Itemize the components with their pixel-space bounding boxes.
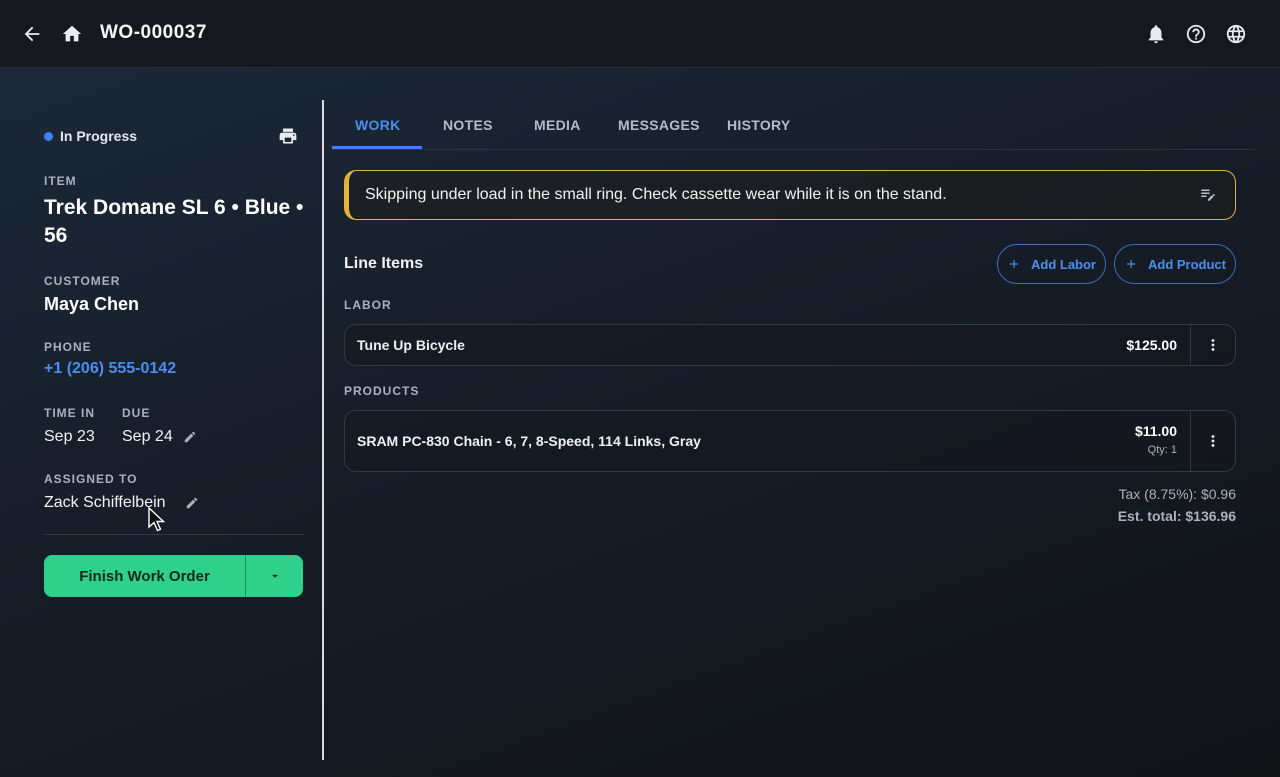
globe-icon[interactable]	[1222, 20, 1250, 48]
mouse-cursor-icon	[148, 507, 166, 532]
row-separator	[1190, 325, 1191, 365]
divider	[44, 534, 303, 535]
products-label: PRODUCTS	[344, 384, 420, 398]
row-separator	[1190, 411, 1191, 471]
tab-notes[interactable]: NOTES	[443, 117, 493, 133]
top-bar: WO-000037	[0, 0, 1280, 68]
caret-down-icon	[271, 574, 278, 578]
note-text: Skipping under load in the small ring. C…	[365, 186, 947, 203]
tab-bar: WORK NOTES MEDIA MESSAGES HISTORY	[332, 100, 1255, 150]
phone-link[interactable]: +1 (206) 555-0142	[44, 360, 176, 378]
edit-note-icon[interactable]	[1199, 185, 1219, 205]
customer-name: Maya Chen	[44, 294, 140, 314]
tab-history[interactable]: HISTORY	[727, 117, 791, 133]
phone-label: PHONE	[44, 340, 92, 354]
product-qty: Qty: 1	[1147, 444, 1177, 456]
home-icon[interactable]	[58, 20, 86, 48]
back-arrow-icon[interactable]	[18, 20, 46, 48]
note-banner[interactable]: Skipping under load in the small ring. C…	[344, 170, 1236, 220]
vertical-divider	[322, 100, 324, 760]
add-labor-button[interactable]: Add Labor	[997, 244, 1106, 284]
finish-work-order-button[interactable]: Finish Work Order	[44, 555, 246, 597]
labor-label: LABOR	[344, 298, 392, 312]
time-in-value: Sep 23	[44, 428, 95, 445]
item-label: ITEM	[44, 174, 77, 188]
tab-work[interactable]: WORK	[355, 117, 401, 133]
active-tab-indicator	[332, 146, 422, 149]
status-badge: In Progress	[44, 128, 137, 144]
add-product-button[interactable]: Add Product	[1114, 244, 1236, 284]
product-price: $11.00	[1134, 423, 1177, 439]
product-row[interactable]: SRAM PC-830 Chain - 6, 7, 8-Speed, 114 L…	[344, 410, 1236, 472]
finish-work-order-group: Finish Work Order	[44, 555, 303, 597]
product-name: SRAM PC-830 Chain - 6, 7, 8-Speed, 114 L…	[357, 433, 701, 449]
status-dot-icon	[44, 131, 53, 141]
item-name: Trek Domane SL 6 • Blue • 56	[44, 196, 304, 247]
due-value: Sep 24	[122, 428, 173, 445]
labor-price: $125.00	[1126, 337, 1177, 353]
edit-assigned-pencil-icon[interactable]	[185, 496, 199, 510]
bell-icon[interactable]	[1142, 20, 1170, 48]
tab-media[interactable]: MEDIA	[534, 117, 581, 133]
add-product-label: Add Product	[1148, 256, 1226, 272]
more-options-icon[interactable]	[1203, 431, 1223, 451]
tax-text: Tax (8.75%): $0.96	[1118, 486, 1236, 502]
labor-name: Tune Up Bicycle	[357, 337, 465, 353]
customer-label: CUSTOMER	[44, 274, 121, 288]
due-label: DUE	[122, 406, 151, 420]
add-labor-label: Add Labor	[1031, 256, 1096, 272]
labor-row[interactable]: Tune Up Bicycle $125.00	[344, 324, 1236, 366]
edit-due-pencil-icon[interactable]	[183, 430, 197, 444]
tab-messages[interactable]: MESSAGES	[618, 117, 700, 133]
help-icon[interactable]	[1182, 20, 1210, 48]
finish-dropdown-button[interactable]	[246, 555, 303, 597]
line-items-title: Line Items	[344, 255, 424, 272]
plus-icon	[1126, 259, 1136, 269]
plus-icon	[1009, 259, 1019, 269]
estimated-total: Est. total: $136.96	[1117, 508, 1236, 524]
status-text: In Progress	[60, 128, 138, 144]
page-title: WO-000037	[100, 22, 207, 43]
print-icon[interactable]	[278, 126, 298, 146]
more-options-icon[interactable]	[1203, 335, 1223, 355]
time-in-label: TIME IN	[44, 406, 95, 420]
assigned-label: ASSIGNED TO	[44, 472, 138, 486]
